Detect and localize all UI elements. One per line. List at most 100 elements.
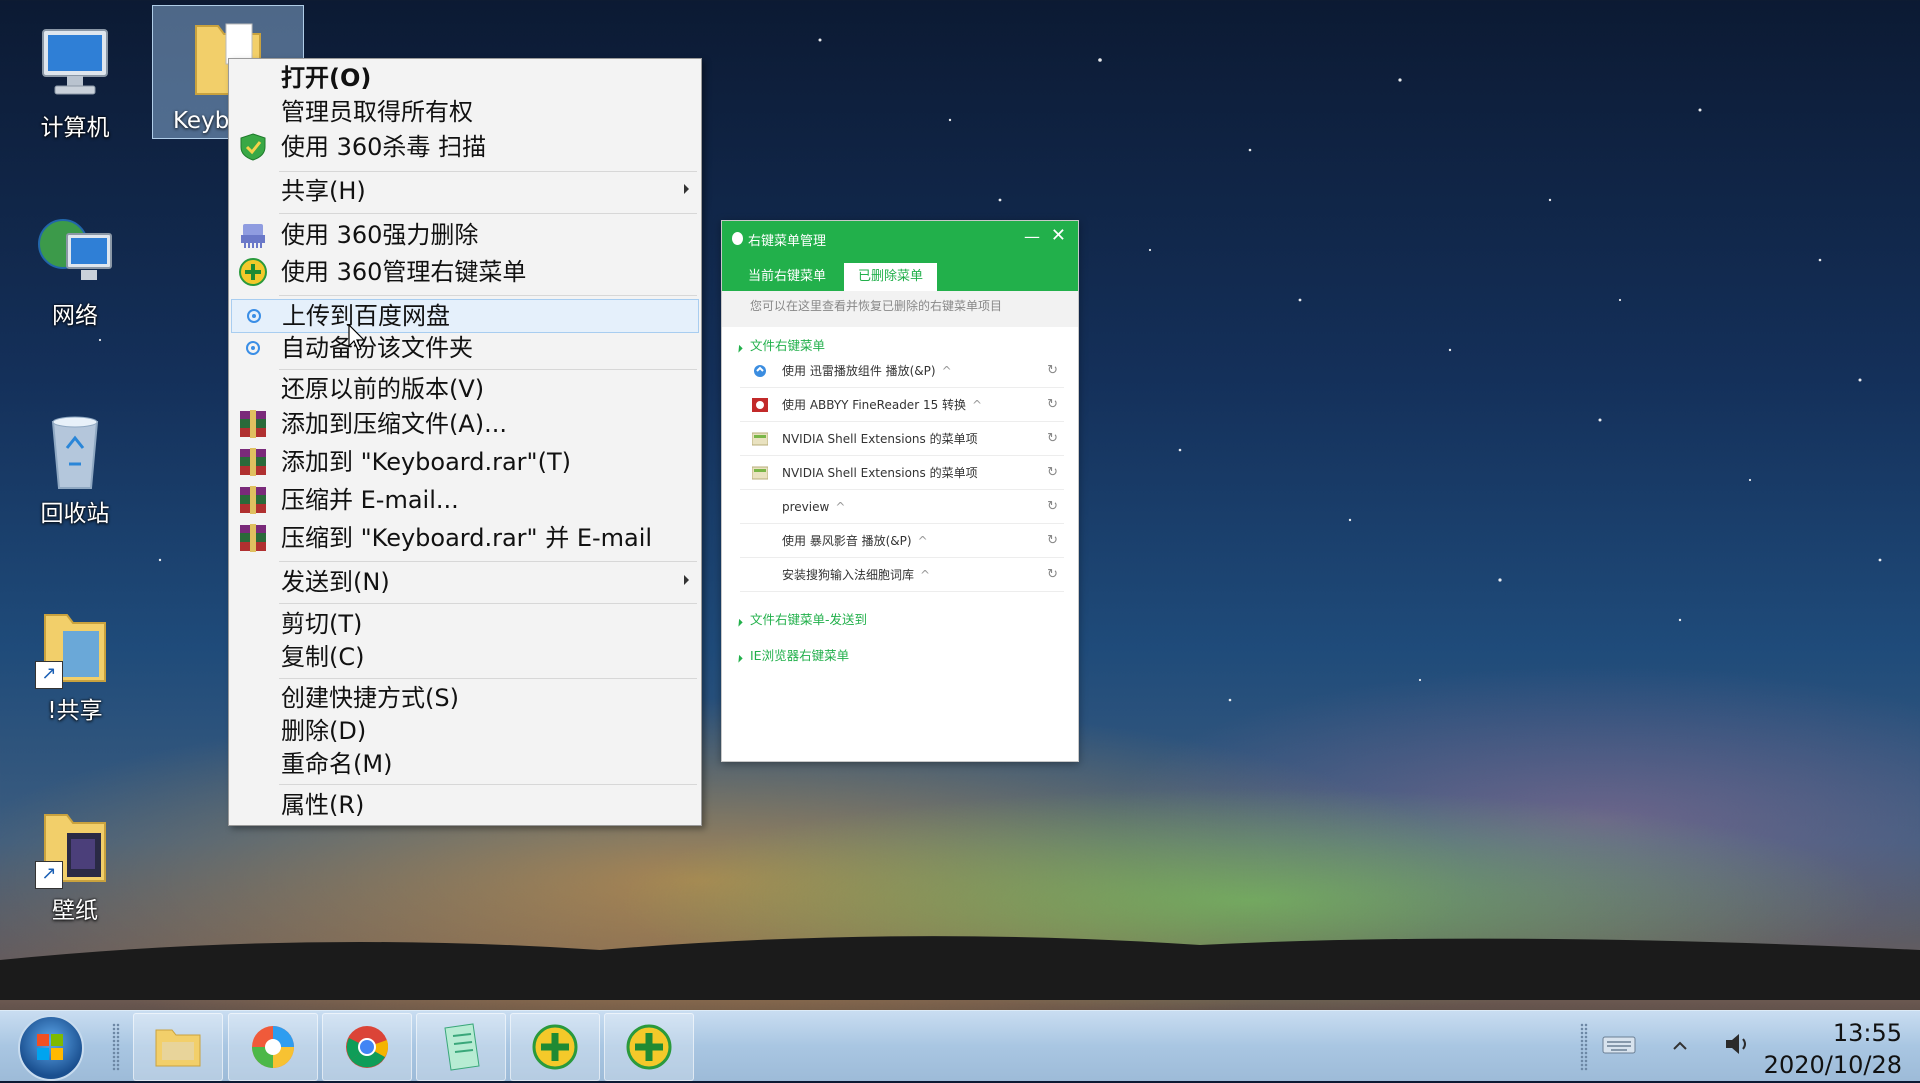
group-send-to-menu[interactable]: 文件右键菜单-发送到 bbox=[731, 609, 867, 628]
tray-grip[interactable] bbox=[1580, 1023, 1588, 1071]
menu-item-cut[interactable]: 剪切(T) bbox=[231, 608, 699, 640]
keyboard-icon[interactable] bbox=[1602, 1033, 1636, 1057]
baidu-netdisk-icon bbox=[247, 309, 261, 323]
deleted-menu-row: NVIDIA Shell Extensions 的菜单项 ↻ bbox=[740, 423, 1064, 456]
taskbar: 13:55 2020/10/28 bbox=[0, 1010, 1920, 1081]
360-plus-icon bbox=[239, 258, 267, 286]
right-click-menu-manager-dialog: 右键菜单管理 — ✕ 当前右键菜单 已删除菜单 您可以在这里查看并恢复已删除的右… bbox=[721, 220, 1079, 762]
winrar-icon bbox=[240, 410, 266, 438]
restore-icon[interactable]: ↻ bbox=[1047, 499, 1058, 514]
menu-item-restore-versions[interactable]: 还原以前的版本(V) bbox=[231, 373, 699, 405]
taskbar-360-security-2[interactable] bbox=[604, 1013, 694, 1081]
menu-item-add-to-archive[interactable]: 添加到压缩文件(A)... bbox=[231, 408, 699, 440]
menu-item-label: 添加到压缩文件(A)... bbox=[281, 410, 508, 438]
desktop-icon-label: 网络 bbox=[52, 303, 98, 329]
menu-item-label: 压缩到 "Keyboard.rar" 并 E-mail bbox=[281, 524, 653, 552]
minimize-icon[interactable]: — bbox=[1024, 227, 1040, 246]
menu-item-create-shortcut[interactable]: 创建快捷方式(S) bbox=[231, 682, 699, 714]
menu-item-label: 使用 360管理右键菜单 bbox=[281, 258, 527, 286]
submenu-arrow-icon bbox=[684, 184, 689, 194]
restore-icon[interactable]: ↻ bbox=[1047, 533, 1058, 548]
dialog-hint: 您可以在这里查看并恢复已删除的右键菜单项目 bbox=[722, 291, 1078, 327]
abbyy-icon bbox=[752, 398, 768, 412]
menu-item-label: 还原以前的版本(V) bbox=[281, 375, 485, 403]
group-file-menu[interactable]: 文件右键菜单 bbox=[731, 335, 826, 354]
deleted-menu-row: 安装搜狗输入法细胞词库 ^ ↻ bbox=[740, 559, 1064, 592]
menu-item-properties[interactable]: 属性(R) bbox=[231, 789, 699, 821]
restore-icon[interactable]: ↻ bbox=[1047, 363, 1058, 378]
menu-item-upload-baidu[interactable]: 上传到百度网盘 bbox=[231, 299, 699, 333]
taskbar-file-explorer[interactable] bbox=[133, 1013, 223, 1081]
taskbar-360-browser[interactable] bbox=[228, 1013, 318, 1081]
tab-current-menu[interactable]: 当前右键菜单 bbox=[734, 263, 840, 291]
show-hidden-icons-arrow[interactable] bbox=[1673, 1041, 1687, 1051]
winrar-icon bbox=[240, 448, 266, 476]
row-label: NVIDIA Shell Extensions 的菜单项 bbox=[782, 466, 978, 480]
menu-item-send-to[interactable]: 发送到(N) bbox=[231, 566, 699, 598]
chevron-up-icon: ^ bbox=[941, 364, 952, 378]
taskbar-notes-app[interactable] bbox=[416, 1013, 506, 1081]
360-browser-icon bbox=[252, 1026, 294, 1068]
menu-item-compress-to-rar-email[interactable]: 压缩到 "Keyboard.rar" 并 E-mail bbox=[231, 522, 699, 554]
menu-item-open[interactable]: 打开(O) bbox=[231, 62, 699, 94]
deleted-menu-row: 使用 ABBYY FineReader 15 转换 ^ ↻ bbox=[740, 389, 1064, 422]
restore-icon[interactable]: ↻ bbox=[1047, 397, 1058, 412]
context-menu: 打开(O) 管理员取得所有权 使用 360杀毒 扫描 共享(H) 使用 360强… bbox=[228, 58, 702, 826]
menu-item-copy[interactable]: 复制(C) bbox=[231, 641, 699, 673]
recycle-bin-icon bbox=[51, 416, 99, 489]
taskbar-360-security[interactable] bbox=[510, 1013, 600, 1081]
menu-item-label: 剪切(T) bbox=[281, 610, 363, 638]
nvidia-icon bbox=[752, 432, 768, 446]
deleted-menu-row: 使用 暴风影音 播放(&P) ^ ↻ bbox=[740, 525, 1064, 558]
row-label: preview bbox=[782, 500, 830, 514]
row-label: 使用 迅雷播放组件 播放(&P) bbox=[782, 364, 936, 378]
taskbar-chrome[interactable] bbox=[322, 1013, 412, 1081]
clock-time[interactable]: 13:55 bbox=[1762, 1019, 1902, 1047]
menu-item-compress-email[interactable]: 压缩并 E-mail... bbox=[231, 484, 699, 516]
group-ie-menu[interactable]: IE浏览器右键菜单 bbox=[731, 645, 849, 664]
deleted-menu-row: preview ^ ↻ bbox=[740, 491, 1064, 524]
desktop-icon-recycle-bin[interactable]: 回收站 bbox=[15, 408, 135, 528]
start-button[interactable] bbox=[18, 1015, 84, 1081]
menu-item-add-to-keyboard-rar[interactable]: 添加到 "Keyboard.rar"(T) bbox=[231, 446, 699, 478]
desktop-icon-computer[interactable]: 计算机 bbox=[15, 22, 135, 142]
menu-item-share[interactable]: 共享(H) bbox=[231, 175, 699, 207]
desktop-icon-shared[interactable]: ↗ !共享 bbox=[15, 605, 135, 725]
desktop-icon-label: !共享 bbox=[47, 698, 103, 724]
menu-item-360-scan[interactable]: 使用 360杀毒 扫描 bbox=[231, 131, 699, 163]
close-icon[interactable]: ✕ bbox=[1051, 225, 1066, 246]
menu-item-label: 自动备份该文件夹 bbox=[281, 334, 473, 362]
menu-separator bbox=[279, 295, 697, 296]
menu-item-label: 重命名(M) bbox=[281, 750, 393, 778]
360-antivirus-shield-icon bbox=[240, 133, 266, 161]
submenu-arrow-icon bbox=[684, 575, 689, 585]
menu-item-delete[interactable]: 删除(D) bbox=[231, 715, 699, 747]
group-label: 文件右键菜单 bbox=[750, 338, 826, 353]
menu-separator bbox=[279, 561, 697, 562]
notes-app-icon bbox=[444, 1023, 480, 1071]
winrar-icon bbox=[240, 486, 266, 514]
tab-deleted-menu[interactable]: 已删除菜单 bbox=[844, 263, 938, 291]
menu-item-auto-backup[interactable]: 自动备份该文件夹 bbox=[231, 332, 699, 364]
desktop-icon-label: 壁纸 bbox=[52, 898, 98, 924]
desktop-icon-label: 计算机 bbox=[40, 115, 110, 141]
menu-item-label: 打开(O) bbox=[281, 64, 372, 92]
menu-item-take-ownership[interactable]: 管理员取得所有权 bbox=[231, 96, 699, 128]
shortcut-arrow-icon: ↗ bbox=[35, 861, 63, 889]
restore-icon[interactable]: ↻ bbox=[1047, 465, 1058, 480]
restore-icon[interactable]: ↻ bbox=[1047, 431, 1058, 446]
menu-item-360-force-delete[interactable]: 使用 360强力删除 bbox=[231, 219, 699, 251]
collapse-triangle-icon bbox=[731, 341, 743, 353]
desktop-icon-wallpaper[interactable]: ↗ 壁纸 bbox=[15, 805, 135, 925]
360-shredder-icon bbox=[241, 224, 265, 248]
restore-icon[interactable]: ↻ bbox=[1047, 567, 1058, 582]
row-label: 安装搜狗输入法细胞词库 bbox=[782, 568, 915, 582]
menu-item-rename[interactable]: 重命名(M) bbox=[231, 748, 699, 780]
winrar-icon bbox=[240, 524, 266, 552]
desktop-icon-network[interactable]: 网络 bbox=[15, 210, 135, 330]
taskbar-grip[interactable] bbox=[112, 1023, 120, 1071]
clock-date[interactable]: 2020/10/28 bbox=[1742, 1051, 1902, 1079]
menu-item-label: 创建快捷方式(S) bbox=[281, 684, 459, 712]
menu-item-360-manage-menu[interactable]: 使用 360管理右键菜单 bbox=[231, 256, 699, 288]
menu-item-label: 压缩并 E-mail... bbox=[281, 486, 459, 514]
